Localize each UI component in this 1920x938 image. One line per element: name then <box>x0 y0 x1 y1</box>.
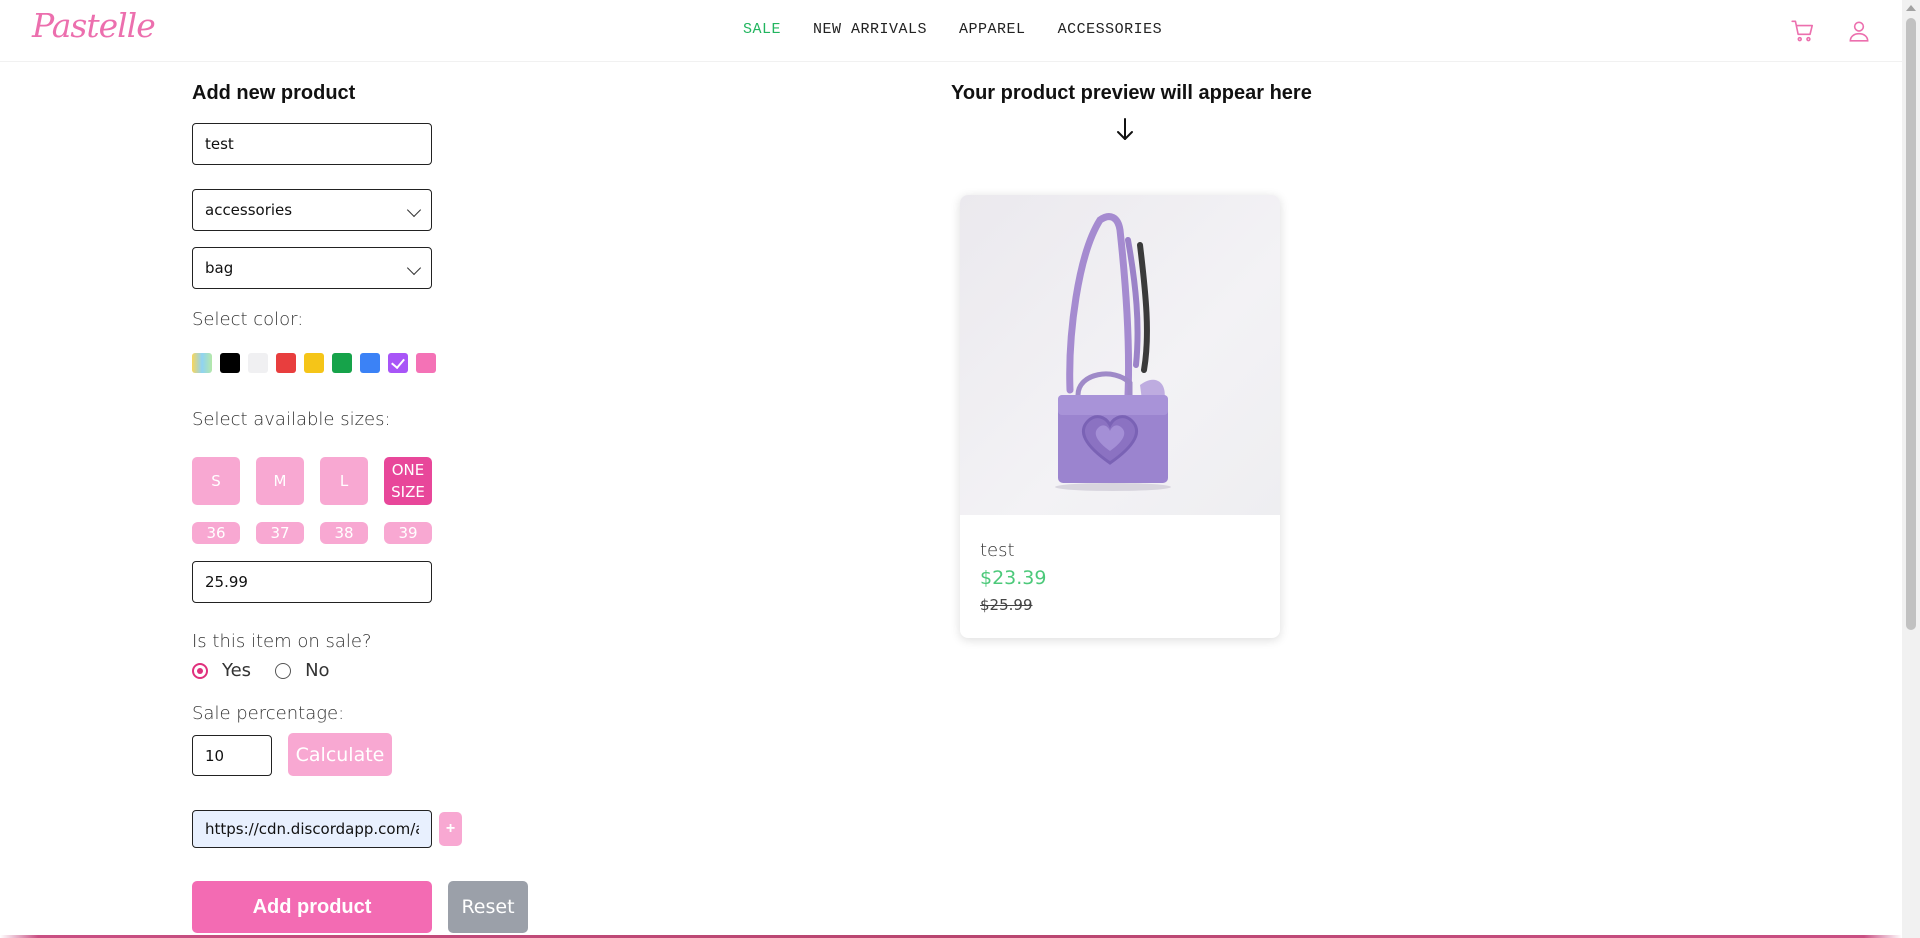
logo[interactable]: Pastelle <box>32 6 156 45</box>
subcategory-select[interactable]: bag <box>192 247 432 289</box>
cart-icon[interactable] <box>1790 18 1816 44</box>
shoe-size-36[interactable]: 36 <box>192 522 240 544</box>
swatch-red[interactable] <box>276 353 296 373</box>
swatch-pink[interactable] <box>416 353 436 373</box>
swatch-yellow[interactable] <box>304 353 324 373</box>
swatch-black[interactable] <box>220 353 240 373</box>
image-url-value: https://cdn.discordapp.com/at <box>205 820 419 838</box>
preview-sale-price: $23.39 <box>980 567 1047 589</box>
arrow-down-icon <box>1113 116 1137 142</box>
nav-sale[interactable]: SALE <box>743 21 781 38</box>
sale-question: Is this item on sale? <box>192 631 372 652</box>
nav-new-arrivals[interactable]: NEW ARRIVALS <box>813 21 927 38</box>
shoe-size-buttons: 36 37 38 39 <box>192 522 432 544</box>
sale-percentage-input[interactable]: 10 <box>192 735 272 776</box>
scrollbar-thumb[interactable] <box>1906 18 1916 630</box>
swatch-white[interactable] <box>248 353 268 373</box>
shoe-size-37[interactable]: 37 <box>256 522 304 544</box>
sale-percentage-label: Sale percentage: <box>192 703 345 724</box>
size-one-size-button[interactable]: ONE SIZE <box>384 457 432 505</box>
product-name-value: test <box>205 135 234 153</box>
sale-no-label: No <box>305 660 330 681</box>
product-image <box>960 195 1280 515</box>
size-buttons: S M L ONE SIZE <box>192 457 432 505</box>
scroll-up-icon[interactable] <box>1906 5 1916 11</box>
image-url-input[interactable]: https://cdn.discordapp.com/at <box>192 810 432 848</box>
add-image-button[interactable]: + <box>439 812 462 846</box>
sale-no-radio[interactable] <box>275 662 292 679</box>
category-select[interactable]: accessories <box>192 189 432 231</box>
user-icon[interactable] <box>1846 18 1872 44</box>
chevron-down-icon <box>406 260 422 276</box>
price-input[interactable]: 25.99 <box>192 561 432 603</box>
price-value: 25.99 <box>205 573 248 591</box>
sale-yes-radio[interactable] <box>192 662 208 679</box>
sizes-label: Select available sizes: <box>192 409 391 430</box>
size-s-button[interactable]: S <box>192 457 240 505</box>
nav-accessories[interactable]: ACCESSORIES <box>1058 21 1163 38</box>
shoe-size-39[interactable]: 39 <box>384 522 432 544</box>
color-label: Select color: <box>192 309 304 330</box>
reset-button[interactable]: Reset <box>448 881 528 933</box>
color-swatches <box>192 353 436 373</box>
swatch-green[interactable] <box>332 353 352 373</box>
size-m-button[interactable]: M <box>256 457 304 505</box>
sale-radio-group: Yes No <box>192 660 330 681</box>
calculate-button[interactable]: Calculate <box>288 733 392 776</box>
product-preview-card[interactable]: test $23.39 $25.99 <box>960 195 1280 638</box>
product-name-input[interactable]: test <box>192 123 432 165</box>
preview-title: Your product preview will appear here <box>951 82 1312 104</box>
sale-yes-label: Yes <box>222 660 252 681</box>
shoe-size-38[interactable]: 38 <box>320 522 368 544</box>
chevron-down-icon <box>406 202 422 218</box>
site-header: Pastelle SALE NEW ARRIVALS APPAREL ACCES… <box>0 0 1902 62</box>
category-value: accessories <box>205 201 293 219</box>
subcategory-value: bag <box>205 259 234 277</box>
swatch-multicolor[interactable] <box>192 353 212 373</box>
swatch-blue[interactable] <box>360 353 380 373</box>
scrollbar[interactable] <box>1902 0 1920 938</box>
swatch-purple[interactable] <box>388 353 408 373</box>
preview-product-name: test <box>980 540 1015 561</box>
add-product-button[interactable]: Add product <box>192 881 432 933</box>
form-title: Add new product <box>192 82 356 104</box>
preview-original-price: $25.99 <box>980 596 1033 614</box>
size-l-button[interactable]: L <box>320 457 368 505</box>
nav-apparel[interactable]: APPAREL <box>959 21 1026 38</box>
sale-percentage-value: 10 <box>205 746 225 765</box>
main-nav: SALE NEW ARRIVALS APPAREL ACCESSORIES <box>743 21 1162 38</box>
